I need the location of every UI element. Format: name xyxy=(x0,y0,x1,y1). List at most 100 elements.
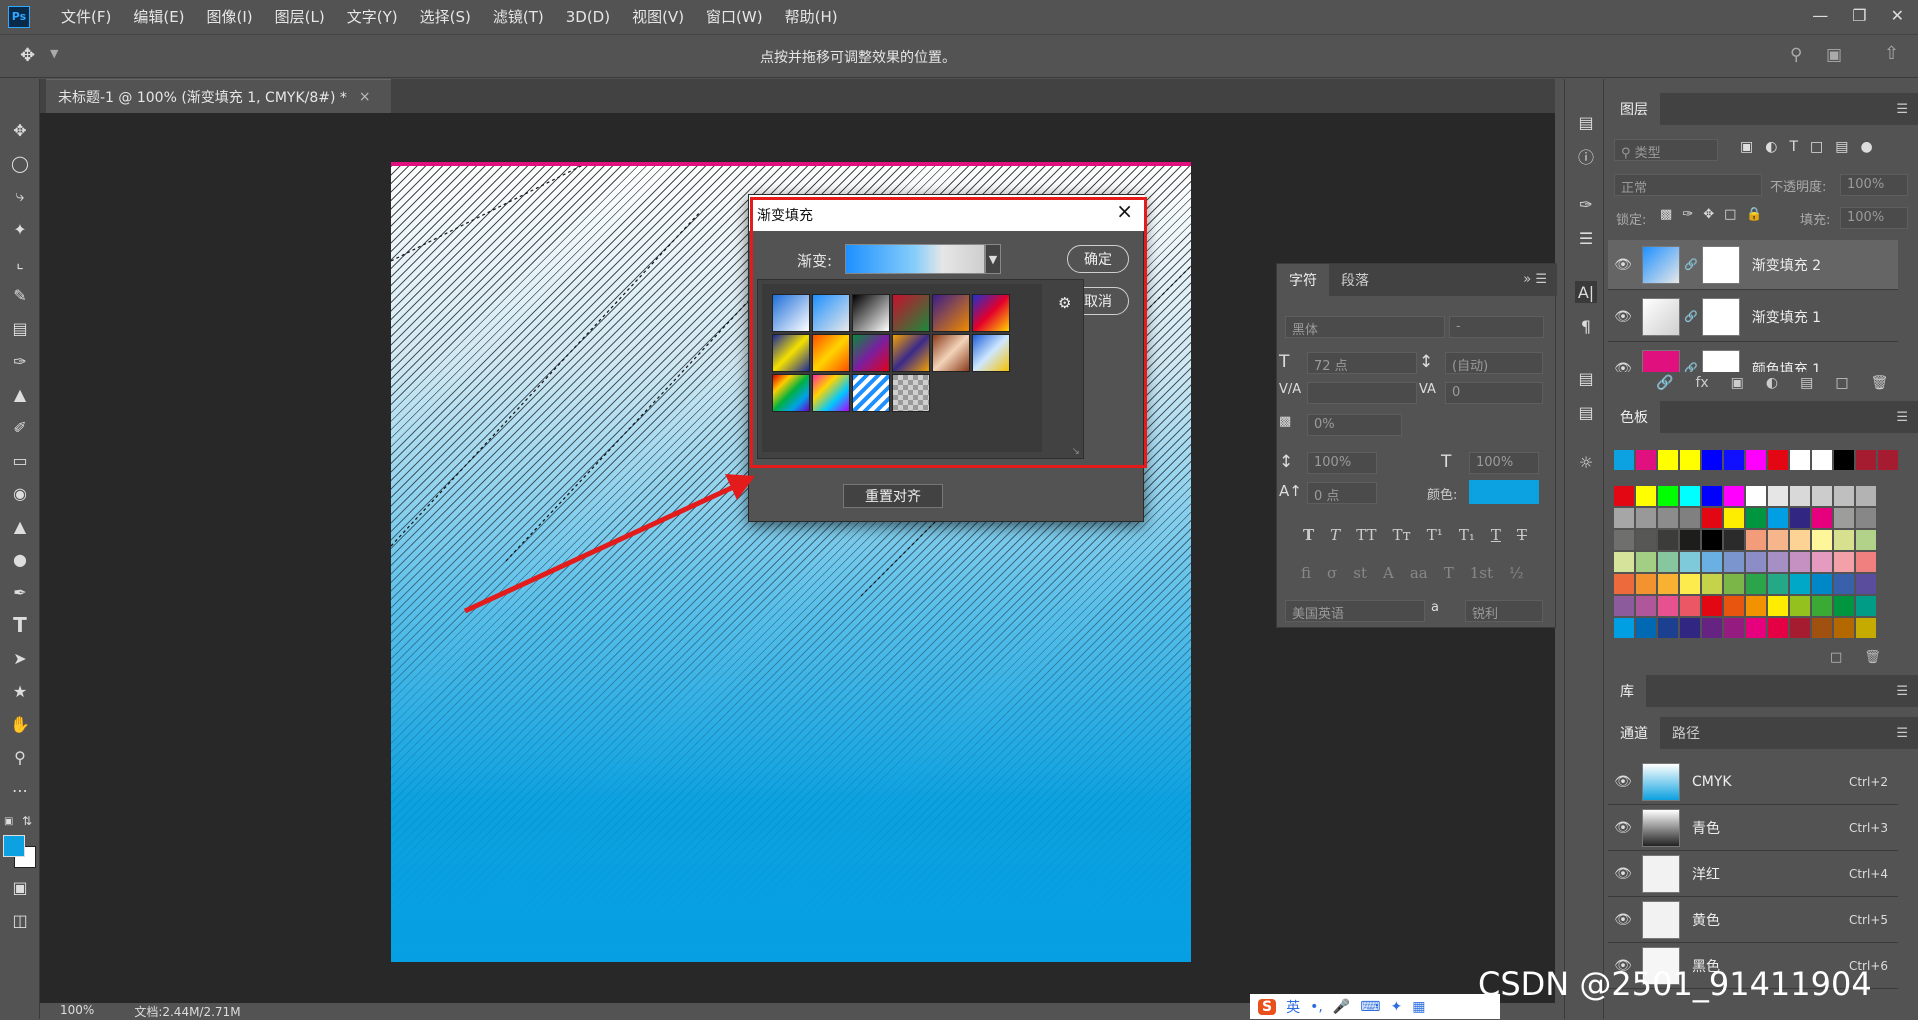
layer-name[interactable]: 渐变填充 1 xyxy=(1752,307,1821,327)
zoom-level[interactable]: 100% xyxy=(60,1003,94,1019)
skin-icon[interactable]: ✦ xyxy=(1390,999,1402,1015)
color-swatch[interactable] xyxy=(1856,530,1876,550)
lock-artboard-icon[interactable]: □ xyxy=(1724,207,1736,222)
default-colors-icon[interactable]: ▣ xyxy=(4,816,13,827)
hand-tool-icon[interactable]: ✋ xyxy=(9,713,31,735)
color-swatch[interactable] xyxy=(1658,596,1678,616)
titling-icon[interactable]: T xyxy=(1444,564,1454,582)
recent-swatch[interactable] xyxy=(1746,450,1766,470)
antialias-select[interactable]: 锐利 xyxy=(1465,600,1543,622)
ligatures-icon[interactable]: fi xyxy=(1301,564,1311,582)
move-tool-icon[interactable]: ✥ xyxy=(9,119,31,141)
color-swatch[interactable] xyxy=(1724,552,1744,572)
visibility-eye-icon[interactable]: 👁 xyxy=(1608,912,1638,928)
color-swatch[interactable] xyxy=(1856,552,1876,572)
faux-bold-icon[interactable]: T xyxy=(1303,526,1314,544)
color-swatch[interactable] xyxy=(1614,508,1634,528)
share-icon[interactable]: ⇧ xyxy=(1884,43,1899,64)
channel-row[interactable]: 👁 黄色 Ctrl+5 xyxy=(1608,897,1898,943)
discretionary-icon[interactable]: st xyxy=(1353,564,1367,582)
link-chain-icon[interactable]: 🔗 xyxy=(1684,258,1698,271)
color-swatch[interactable] xyxy=(1636,618,1656,638)
visibility-eye-icon[interactable]: 👁 xyxy=(1608,820,1638,836)
color-swatch[interactable] xyxy=(1856,596,1876,616)
layer-name[interactable]: 颜色填充 1 xyxy=(1752,359,1821,373)
panel-menu-icon[interactable]: ☰ xyxy=(1896,410,1908,425)
menu-3d[interactable]: 3D(D) xyxy=(555,8,621,26)
color-swatch[interactable] xyxy=(1812,486,1832,506)
crop-tool-icon[interactable]: ⌞ xyxy=(9,251,31,273)
panel-menu-icon[interactable]: » ☰ xyxy=(1513,264,1557,296)
menu-select[interactable]: 选择(S) xyxy=(409,6,482,27)
horizontal-scale-field[interactable]: 100% xyxy=(1469,452,1539,474)
color-swatch[interactable] xyxy=(1790,574,1810,594)
pixel-filter-icon[interactable]: ▣ xyxy=(1740,139,1753,155)
color-swatch[interactable] xyxy=(1658,486,1678,506)
color-swatch[interactable] xyxy=(1768,552,1788,572)
visibility-eye-icon[interactable]: 👁 xyxy=(1608,774,1638,790)
color-swatch[interactable] xyxy=(1724,508,1744,528)
channel-row[interactable]: 👁 青色 Ctrl+3 xyxy=(1608,805,1898,851)
path-selection-tool-icon[interactable]: ➤ xyxy=(9,647,31,669)
color-swatch[interactable] xyxy=(1702,596,1722,616)
color-swatch[interactable] xyxy=(1702,508,1722,528)
link-chain-icon[interactable]: 🔗 xyxy=(1684,310,1698,323)
layer-style-icon[interactable]: fx xyxy=(1695,375,1708,391)
color-swatch[interactable] xyxy=(1790,508,1810,528)
color-swatch[interactable] xyxy=(1614,552,1634,572)
color-swatch[interactable] xyxy=(1812,596,1832,616)
eraser-tool-icon[interactable]: ▭ xyxy=(9,449,31,471)
small-caps-icon[interactable]: Tᴛ xyxy=(1392,526,1410,544)
color-swatch[interactable] xyxy=(1680,508,1700,528)
color-swatch[interactable] xyxy=(1834,618,1854,638)
shape-tool-icon[interactable]: ★ xyxy=(9,680,31,702)
color-swatch[interactable] xyxy=(1812,508,1832,528)
color-swatch[interactable] xyxy=(1658,508,1678,528)
filter-toggle-icon[interactable]: ● xyxy=(1860,139,1872,155)
color-swatch[interactable] xyxy=(1702,486,1722,506)
brush-tool-icon[interactable]: ✑ xyxy=(9,350,31,372)
color-swatch[interactable] xyxy=(1680,530,1700,550)
tab-layers[interactable]: 图层 xyxy=(1608,93,1660,125)
color-swatch[interactable] xyxy=(1724,486,1744,506)
visibility-eye-icon[interactable]: 👁 xyxy=(1608,866,1638,882)
leading-field[interactable]: (自动) xyxy=(1445,352,1543,374)
layer-thumbnail[interactable] xyxy=(1642,349,1680,372)
color-swatch[interactable] xyxy=(1636,530,1656,550)
color-swatch[interactable] xyxy=(1856,508,1876,528)
color-swatch[interactable] xyxy=(1746,552,1766,572)
tab-libraries[interactable]: 库 xyxy=(1608,675,1646,707)
microphone-icon[interactable]: 🎤 xyxy=(1333,999,1350,1015)
tracking-field[interactable]: 0 xyxy=(1445,382,1543,404)
magic-wand-tool-icon[interactable]: ✦ xyxy=(9,218,31,240)
blur-tool-icon[interactable]: ▲ xyxy=(9,515,31,537)
link-chain-icon[interactable]: 🔗 xyxy=(1684,362,1698,372)
color-swatch[interactable] xyxy=(1834,530,1854,550)
dodge-tool-icon[interactable]: ● xyxy=(9,548,31,570)
visibility-eye-icon[interactable]: 👁 xyxy=(1608,361,1638,373)
color-swatch[interactable] xyxy=(1768,530,1788,550)
color-swatch[interactable] xyxy=(1636,552,1656,572)
more-tools-icon[interactable]: ⋯ xyxy=(9,779,31,801)
color-swatch[interactable] xyxy=(1680,486,1700,506)
adjustment-layer-icon[interactable]: ◐ xyxy=(1766,375,1778,391)
color-swatch[interactable] xyxy=(1702,618,1722,638)
color-swatch[interactable] xyxy=(1834,596,1854,616)
toolbox-icon[interactable]: ▦ xyxy=(1412,999,1425,1015)
color-swatch[interactable] xyxy=(1658,530,1678,550)
color-swatch[interactable] xyxy=(1680,618,1700,638)
lock-transparent-icon[interactable]: ▩ xyxy=(1660,207,1672,222)
menu-file[interactable]: 文件(F) xyxy=(50,6,122,27)
color-swatch[interactable] xyxy=(1768,508,1788,528)
panel-menu-icon[interactable]: ☰ xyxy=(1896,102,1908,117)
color-swatch[interactable] xyxy=(1768,618,1788,638)
subscript-icon[interactable]: T₁ xyxy=(1459,526,1475,544)
color-swatch[interactable] xyxy=(1746,618,1766,638)
lock-all-icon[interactable]: 🔒 xyxy=(1746,207,1762,222)
color-swatch[interactable] xyxy=(1790,596,1810,616)
text-color-swatch[interactable] xyxy=(1469,480,1539,504)
recent-swatch[interactable] xyxy=(1834,450,1854,470)
color-swatch[interactable] xyxy=(1856,574,1876,594)
color-swatch[interactable] xyxy=(1614,530,1634,550)
eyedropper-tool-icon[interactable]: ✎ xyxy=(9,284,31,306)
